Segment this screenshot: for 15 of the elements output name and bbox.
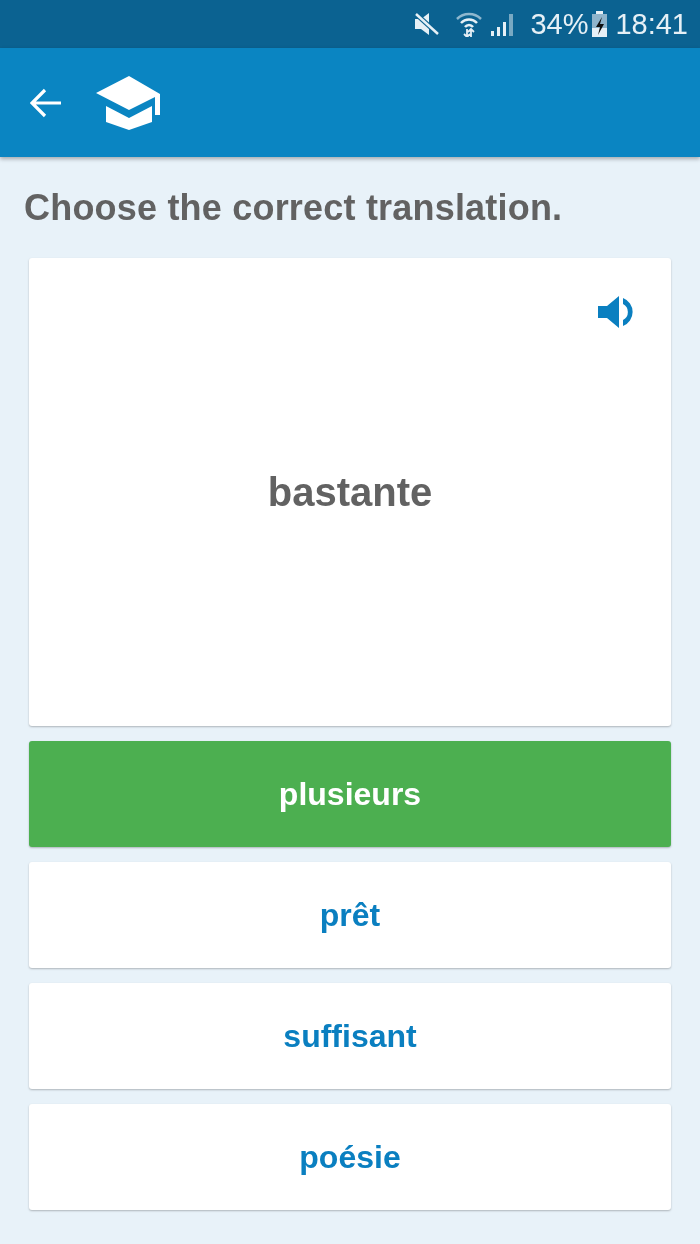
vocabulary-word: bastante [267, 469, 433, 516]
wifi-icon [456, 11, 483, 37]
instruction-heading: Choose the correct translation. [24, 187, 563, 229]
answer-option[interactable]: poésie [29, 1104, 671, 1210]
charging-battery-icon [592, 11, 608, 37]
answer-option[interactable]: plusieurs [29, 741, 671, 847]
back-arrow-icon[interactable] [30, 87, 62, 118]
speaker-icon[interactable] [598, 295, 636, 329]
clock-time: 18:41 [615, 9, 688, 39]
signal-icon [490, 12, 515, 36]
muted-speaker-icon [414, 12, 441, 36]
graduation-cap-icon [96, 75, 162, 130]
battery-percent: 34% [530, 9, 589, 39]
answer-option[interactable]: prêt [29, 862, 671, 968]
answer-option[interactable]: suffisant [29, 983, 671, 1089]
